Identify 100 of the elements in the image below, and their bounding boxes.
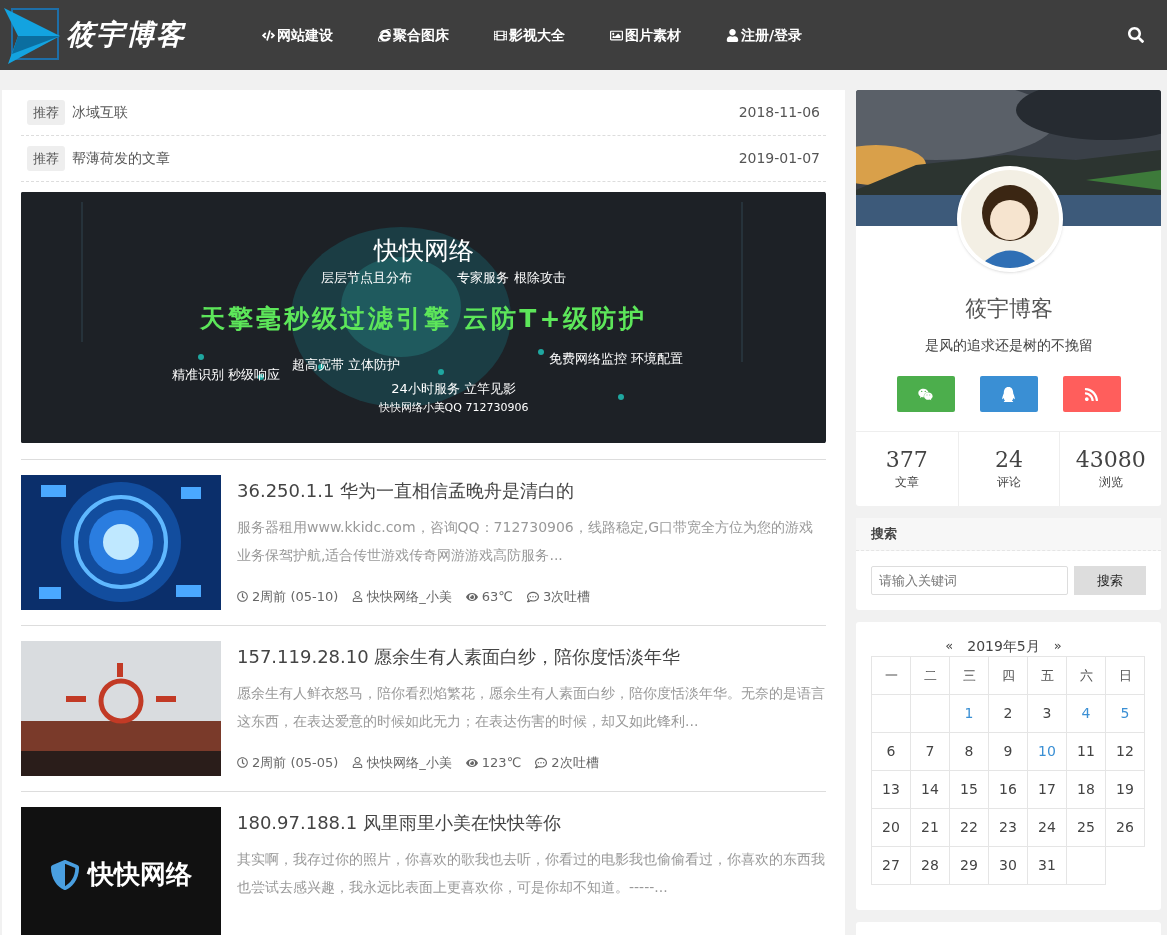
blog-name: 筱宇博客: [964, 295, 1053, 323]
calendar-day: 6: [871, 732, 911, 771]
calendar-day: 25: [1066, 808, 1106, 847]
stat-value: 377: [885, 447, 928, 473]
calendar-day: 21: [910, 808, 950, 847]
social-button[interactable]: [896, 376, 955, 412]
browser-icon: [378, 28, 391, 42]
banner-text: 超高宽带 立体防护: [292, 356, 401, 374]
calendar-day: 23: [988, 808, 1028, 847]
banner-headline: 天擎毫秒级过滤引擎 云防T+级防护: [199, 302, 648, 335]
calendar-day: 17: [1027, 770, 1067, 809]
eye-icon: [465, 590, 478, 603]
film-icon: [494, 28, 507, 42]
nav-link[interactable]: 图片素材: [610, 24, 681, 46]
calendar-day: 7: [910, 732, 950, 771]
notice-link[interactable]: 帮薄荷发的文章: [72, 148, 170, 169]
stat-label: 浏览: [1098, 474, 1123, 491]
calendar-day: 13: [871, 770, 911, 809]
calendar-day: 31: [1027, 846, 1067, 885]
weekday-header: 一: [871, 656, 911, 695]
weekday-header: 二: [910, 656, 950, 695]
social-button[interactable]: [1062, 376, 1121, 412]
calendar-day: 29: [949, 846, 989, 885]
calendar-day[interactable]: 5: [1105, 694, 1145, 733]
post-author[interactable]: 快快网络_小美: [367, 753, 452, 773]
banner-text: 24小时服务 立竿见影: [391, 379, 516, 398]
post-excerpt: 其实啊，我存过你的照片，你喜欢的歌我也去听，你看过的电影我也偷偷看过，你喜欢的东西我也尝试去感兴趣，我永远比表面上更喜欢你，可是你却不知道。-----...: [237, 850, 826, 897]
banner-contact: 快快网络小美QQ 712730906: [378, 400, 529, 416]
user-icon: [352, 591, 364, 603]
post-views: 123℃: [481, 754, 522, 772]
calendar-day: 9: [988, 732, 1028, 771]
logo-text[interactable]: 筱宇博客: [66, 14, 186, 56]
code-icon: [262, 28, 275, 42]
post-title[interactable]: 157.119.28.10 愿余生有人素面白纱，陪你度恬淡年华: [237, 645, 826, 669]
wechat-icon: [918, 386, 933, 402]
post-title[interactable]: 180.97.188.1 风里雨里小美在快快等你: [237, 811, 826, 835]
calendar-day: 27: [871, 846, 911, 885]
calendar-day[interactable]: 1: [949, 694, 989, 733]
shield-icon: [50, 859, 80, 890]
search-icon[interactable]: [1128, 27, 1144, 43]
nav-link[interactable]: 聚合图床: [378, 24, 449, 46]
calendar-day: 16: [988, 770, 1028, 809]
post-excerpt: 服务器租用www.kkidc.com，咨询QQ：712730906，线路稳定,G口带宽全方位为您的游戏业务保驾护航,适合传世游戏传奇网游游戏高防服务...: [237, 518, 815, 565]
nav-link[interactable]: 影视大全: [494, 24, 565, 46]
banner-text: 专家服务 根除攻击: [457, 269, 566, 287]
notice-link[interactable]: 冰域互联: [72, 102, 128, 123]
previous-month-link[interactable]: «: [945, 636, 954, 656]
calendar-day: 24: [1027, 808, 1067, 847]
post-title[interactable]: 36.250.1.1 华为一直相信孟晚舟是清白的: [237, 479, 826, 503]
calendar-day: 26: [1105, 808, 1145, 847]
weekday-header: 四: [988, 656, 1028, 695]
calendar-day: 30: [988, 846, 1028, 885]
rss-icon: [1084, 386, 1099, 402]
stat-value: 43080: [1075, 447, 1146, 473]
clock-icon: [237, 591, 248, 603]
banner-text: 免费网络监控 环境配置: [548, 350, 683, 368]
calendar-day: 11: [1066, 732, 1106, 771]
image-icon: [610, 28, 623, 42]
stat-label: 文章: [894, 474, 919, 491]
stat-label: 评论: [997, 474, 1021, 491]
thumbnail-logo-text: 快快网络: [88, 858, 192, 891]
advertisement-banner[interactable]: 快快网络 层层节点且分布 专家服务 根除攻击 天擎毫秒级过滤引擎 云防T+级防护 精准识别 秒级响应 超高宽带 立体防护 免费网络监控 环境配置 24小时服务 立竿见影 快快网络小美QQ 712730906: [21, 192, 826, 443]
calendar-day: 15: [949, 770, 989, 809]
calendar-day: 3: [1027, 694, 1067, 733]
widget-title: 搜索: [871, 525, 897, 544]
comment-icon: [527, 590, 539, 603]
notice-date: 2019-01-07: [738, 149, 820, 168]
calendar-day: 19: [1105, 770, 1145, 809]
next-month-link[interactable]: »: [1053, 636, 1062, 656]
user-icon: [352, 757, 364, 769]
paper-plane-logo-icon: [4, 6, 60, 64]
post-comments[interactable]: 2次吐槽: [551, 753, 599, 773]
post-excerpt: 愿余生有人鲜衣怒马，陪你看烈焰繁花，愿余生有人素面白纱，陪你度恬淡年华。无奈的是语言这东西，在表达爱意的时候如此无力；在表达伤害的时候，却又如此锋利...: [237, 684, 826, 731]
eye-icon: [465, 756, 478, 769]
search-field[interactable]: 请输入关键词: [871, 566, 1068, 595]
post-comments[interactable]: 3次吐槽: [543, 587, 591, 607]
social-button[interactable]: [979, 376, 1038, 412]
post-author[interactable]: 快快网络_小美: [367, 587, 452, 607]
recommend-tag: 推荐: [27, 145, 65, 172]
post-time: 2周前 (05-10): [252, 588, 339, 606]
stat-value: 24: [995, 447, 1023, 473]
nav-link[interactable]: 注册/登录: [726, 24, 803, 46]
calendar-day: 2: [988, 694, 1028, 733]
weekday-header: 五: [1027, 656, 1067, 695]
blog-motto: 是风的追求还是树的不挽留: [924, 336, 1093, 355]
clock-icon: [237, 757, 248, 769]
calendar-day: 18: [1066, 770, 1106, 809]
notice-date: 2018-11-06: [738, 103, 820, 122]
nav-link[interactable]: 网站建设: [262, 24, 333, 46]
banner-text: 精准识别 秒级响应: [172, 366, 281, 384]
calendar-day[interactable]: 10: [1027, 732, 1067, 771]
calendar-day: 14: [910, 770, 950, 809]
calendar-month: 2019年5月: [967, 636, 1040, 656]
calendar-day: 8: [949, 732, 989, 771]
calendar-day: 20: [871, 808, 911, 847]
calendar-day: 22: [949, 808, 989, 847]
banner-title: 快快网络: [373, 236, 474, 266]
post-views: 63℃: [481, 588, 513, 606]
banner-text: 层层节点且分布: [321, 269, 413, 287]
search-button[interactable]: 搜索: [1074, 566, 1146, 595]
